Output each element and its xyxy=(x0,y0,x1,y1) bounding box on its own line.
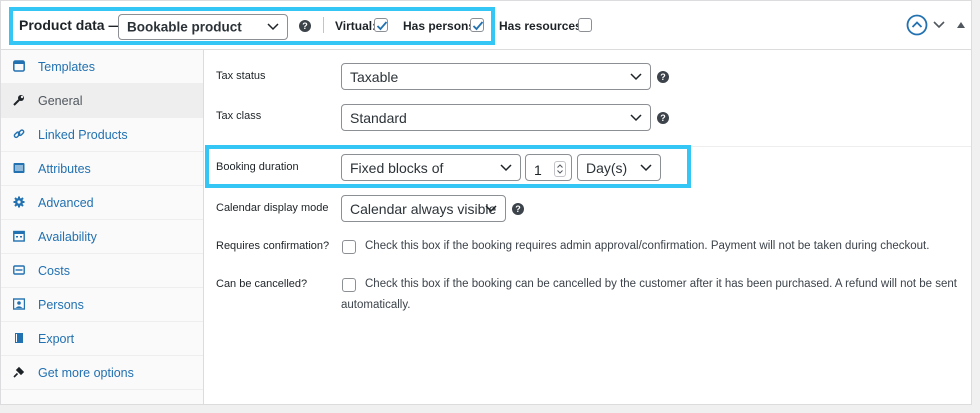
help-icon[interactable]: ? xyxy=(657,71,669,83)
tax-status-label: Tax status xyxy=(216,70,266,82)
sidebar-item-label: Templates xyxy=(38,60,95,74)
sidebar-item-label: General xyxy=(38,94,83,108)
chevron-down-icon xyxy=(500,163,512,171)
gear-icon xyxy=(13,196,25,208)
virtual-checkbox[interactable] xyxy=(374,18,388,32)
has-persons-label: Has persons: xyxy=(403,19,480,33)
booking-duration-type-select[interactable]: Fixed blocks of xyxy=(341,154,521,181)
tax-status-value: Taxable xyxy=(350,68,399,85)
help-icon[interactable]: ? xyxy=(512,203,524,215)
requires-confirmation-checkbox[interactable] xyxy=(342,240,356,254)
export-icon xyxy=(15,333,23,343)
chevron-down-icon xyxy=(630,113,642,121)
product-type-select[interactable]: Bookable product xyxy=(118,14,288,40)
product-data-header: Product data — Bookable product ? Virtua… xyxy=(1,1,971,50)
booking-duration-amount-input[interactable]: 1 xyxy=(525,154,572,181)
sidebar-item-costs[interactable]: Costs xyxy=(1,254,203,288)
booking-duration-type-value: Fixed blocks of xyxy=(350,159,444,176)
calendar-icon xyxy=(13,230,25,242)
person-card-icon xyxy=(13,298,25,310)
booking-duration-amount-value: 1 xyxy=(534,162,542,178)
window-icon xyxy=(13,60,25,72)
sidebar-item-export[interactable]: Export xyxy=(1,322,203,356)
wrench-icon xyxy=(13,95,24,106)
sidebar-item-label: Attributes xyxy=(38,162,91,176)
virtual-label: Virtual: xyxy=(335,19,377,33)
checkmark-icon xyxy=(376,21,388,31)
sidebar-item-label: Costs xyxy=(38,264,70,278)
sidebar-item-attributes[interactable]: Attributes xyxy=(1,152,203,186)
sidebar-item-general[interactable]: General xyxy=(1,84,203,118)
sidebar-item-advanced[interactable]: Advanced xyxy=(1,186,203,220)
sidebar-item-label: Persons xyxy=(38,298,84,312)
tax-class-value: Standard xyxy=(350,109,407,126)
product-data-title: Product data — xyxy=(19,17,123,33)
chevron-down-icon xyxy=(485,204,497,212)
sidebar-item-get-more-options[interactable]: Get more options xyxy=(1,356,203,390)
sidebar-item-label: Availability xyxy=(38,230,97,244)
has-persons-checkbox[interactable] xyxy=(470,18,484,32)
product-data-tabs: Templates General Linked Products Attrib… xyxy=(1,50,204,404)
tax-class-select[interactable]: Standard xyxy=(341,104,651,131)
spinner-arrows-icon xyxy=(557,164,563,174)
help-icon[interactable]: ? xyxy=(657,112,669,124)
booking-duration-unit-select[interactable]: Day(s) xyxy=(577,154,661,181)
tax-status-select[interactable]: Taxable xyxy=(341,63,651,90)
can-be-cancelled-checkbox[interactable] xyxy=(342,278,356,292)
sidebar-item-persons[interactable]: Persons xyxy=(1,288,203,322)
move-up-icon[interactable] xyxy=(906,14,928,36)
general-tab-content: Tax status Taxable ? Tax class Standard … xyxy=(205,50,971,404)
plugin-icon xyxy=(13,366,25,378)
checkmark-icon xyxy=(472,21,484,31)
requires-confirmation-description: Check this box if the booking requires a… xyxy=(365,240,930,252)
sidebar-item-label: Get more options xyxy=(38,366,134,380)
sidebar-item-label: Linked Products xyxy=(38,128,128,142)
tax-class-label: Tax class xyxy=(216,110,262,122)
can-be-cancelled-description-cont: automatically. xyxy=(341,299,411,311)
sidebar-item-label: Export xyxy=(38,332,75,346)
list-icon xyxy=(13,163,25,173)
collapse-toggle-icon[interactable] xyxy=(957,22,965,28)
separator xyxy=(323,17,324,33)
chevron-down-icon xyxy=(630,72,642,80)
product-data-panel: Product data — Bookable product ? Virtua… xyxy=(0,0,972,405)
has-resources-label: Has resources: xyxy=(499,19,586,33)
help-icon[interactable]: ? xyxy=(299,20,311,32)
can-be-cancelled-label: Can be cancelled? xyxy=(216,278,308,290)
sidebar-item-templates[interactable]: Templates xyxy=(1,50,203,84)
can-be-cancelled-description: Check this box if the booking can be can… xyxy=(365,278,957,290)
spinner-icon[interactable] xyxy=(554,161,566,177)
sidebar-item-availability[interactable]: Availability xyxy=(1,220,203,254)
booking-duration-label: Booking duration xyxy=(216,161,299,173)
section-divider xyxy=(205,146,971,147)
calendar-display-mode-select[interactable]: Calendar always visible xyxy=(341,195,506,222)
product-type-value: Bookable product xyxy=(127,19,242,35)
money-icon xyxy=(13,265,25,275)
sidebar-item-label: Advanced xyxy=(38,196,94,210)
requires-confirmation-label: Requires confirmation? xyxy=(216,240,330,252)
calendar-display-mode-label: Calendar display mode xyxy=(216,202,329,214)
chevron-down-icon xyxy=(267,23,279,31)
sidebar-item-linked-products[interactable]: Linked Products xyxy=(1,118,203,152)
calendar-display-mode-value: Calendar always visible xyxy=(350,200,497,217)
booking-duration-unit-value: Day(s) xyxy=(586,159,628,176)
chevron-down-icon xyxy=(640,163,652,171)
move-down-icon[interactable] xyxy=(933,21,945,29)
has-resources-checkbox[interactable] xyxy=(578,18,592,32)
link-icon xyxy=(13,129,25,139)
